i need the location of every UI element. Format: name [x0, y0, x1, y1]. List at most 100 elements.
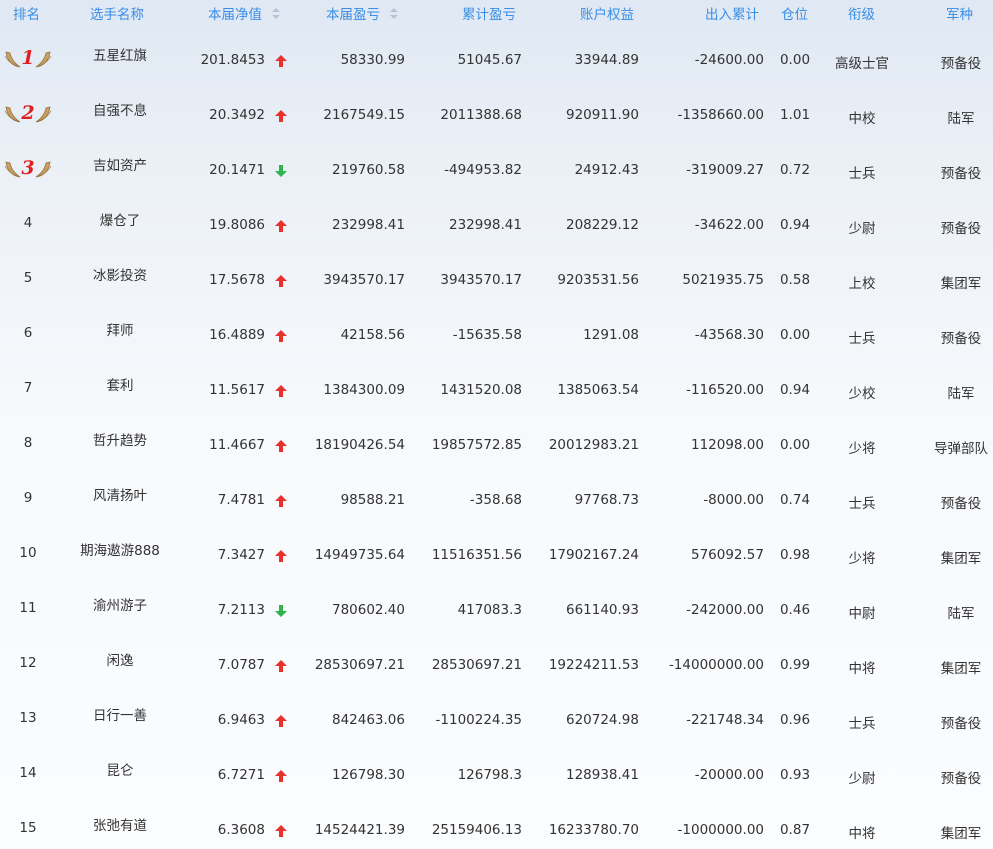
service-arm: 集团军: [940, 826, 982, 842]
current-pl: 780602.40: [331, 602, 405, 618]
rank-number: 14: [19, 765, 37, 781]
net-value: 7.2113: [217, 602, 265, 618]
player-name[interactable]: 昆仑: [60, 759, 180, 779]
sort-icon[interactable]: [390, 8, 399, 20]
net-value: 19.8086: [209, 217, 265, 233]
cumulative-pl: 11516351.56: [431, 547, 522, 563]
table-row[interactable]: 8 哲升趋势 11.4667 18190426.54 19857572.85 200129…: [0, 415, 993, 470]
account-equity: 16233780.70: [548, 822, 639, 838]
table-row[interactable]: 5 冰影投资 17.5678 3943570.17 3943570.17 9203531.…: [0, 250, 993, 305]
player-name[interactable]: 渝州游子: [60, 594, 180, 614]
table-row[interactable]: 15 张弛有道 6.3608 14524421.39 25159406.13 162337…: [0, 800, 993, 849]
ranking-rows: 1 五星红旗 201.8453 58330.99 51045.67 33944.89 -24…: [0, 30, 993, 849]
current-pl: 14949735.64: [314, 547, 405, 563]
player-name[interactable]: 风清扬叶: [60, 484, 180, 504]
current-pl: 42158.56: [340, 327, 405, 343]
player-name[interactable]: 自强不息: [60, 99, 180, 119]
position-ratio: 0.94: [779, 382, 811, 398]
header-pl-label: 本届盈亏: [326, 7, 380, 23]
table-row[interactable]: 12 闲逸 7.0787 28530697.21 28530697.21 19224211…: [0, 635, 993, 690]
rank-title: 士兵: [848, 716, 876, 732]
player-name[interactable]: 冰影投资: [60, 264, 180, 284]
table-row[interactable]: 10 期海遨游888 7.3427 14949735.64 11516351.56 179…: [0, 525, 993, 580]
current-pl: 232998.41: [331, 217, 405, 233]
table-row[interactable]: 4 爆仓了 19.8086 232998.41 232998.41 208229.12 -3…: [0, 195, 993, 250]
player-name[interactable]: 闲逸: [60, 649, 180, 669]
service-arm: 预备役: [940, 221, 982, 237]
position-ratio: 0.96: [779, 712, 811, 728]
ranking-board: 排名 选手名称 本届净值 本届盈亏 累计盈亏 账户权益 出入累计 仓位 衔级 军…: [0, 0, 993, 849]
net-value: 201.8453: [200, 52, 265, 68]
account-equity: 920911.90: [565, 107, 639, 123]
medal-digit: 3: [21, 157, 34, 179]
current-pl: 219760.58: [331, 162, 405, 178]
position-ratio: 0.00: [779, 52, 811, 68]
player-name[interactable]: 日行一善: [60, 704, 180, 724]
header-rank: 排名: [13, 7, 40, 23]
account-equity: 17902167.24: [548, 547, 639, 563]
account-equity: 1385063.54: [557, 382, 639, 398]
rank-title: 中尉: [848, 606, 876, 622]
current-pl: 126798.30: [331, 767, 405, 783]
rank-title: 士兵: [848, 496, 876, 512]
position-ratio: 0.98: [779, 547, 811, 563]
net-value: 7.0787: [217, 657, 265, 673]
header-inflow-outflow: 出入累计: [705, 7, 759, 23]
table-row[interactable]: 14 昆仑 6.7271 126798.30 126798.3 128938.41 -200…: [0, 745, 993, 800]
player-name[interactable]: 爆仓了: [60, 209, 180, 229]
table-row[interactable]: 2 自强不息 20.3492 2167549.15 2011388.68 920911.9…: [0, 85, 993, 140]
rank-number: 7: [23, 380, 33, 396]
header-nav[interactable]: 本届净值: [208, 0, 281, 30]
player-name[interactable]: 套利: [60, 374, 180, 394]
arrow-down-icon: [274, 164, 288, 178]
player-name[interactable]: 拜师: [60, 319, 180, 339]
rank-title: 中校: [848, 111, 876, 127]
account-equity: 33944.89: [574, 52, 639, 68]
player-name[interactable]: 五星红旗: [60, 44, 180, 64]
table-row[interactable]: 1 五星红旗 201.8453 58330.99 51045.67 33944.89 -24…: [0, 30, 993, 85]
current-pl: 18190426.54: [314, 437, 405, 453]
inflow-outflow: -8000.00: [703, 492, 764, 508]
table-row[interactable]: 11 渝州游子 7.2113 780602.40 417083.3 661140.93 -2…: [0, 580, 993, 635]
position-ratio: 0.72: [779, 162, 811, 178]
account-equity: 97768.73: [574, 492, 639, 508]
rank-title: 士兵: [848, 166, 876, 182]
table-row[interactable]: 13 日行一善 6.9463 842463.06 -1100224.35 620724.9…: [0, 690, 993, 745]
player-name[interactable]: 哲升趋势: [60, 429, 180, 449]
inflow-outflow: -1000000.00: [677, 822, 764, 838]
rank-title: 少将: [848, 551, 876, 567]
arrow-up-icon: [274, 549, 288, 563]
header-position: 仓位: [781, 7, 808, 23]
current-pl: 1384300.09: [323, 382, 405, 398]
player-name[interactable]: 吉如资产: [60, 154, 180, 174]
inflow-outflow: -20000.00: [694, 767, 764, 783]
net-value: 20.1471: [209, 162, 265, 178]
service-arm: 导弹部队: [934, 441, 988, 457]
rank-number: 6: [23, 325, 33, 341]
net-value: 7.3427: [217, 547, 265, 563]
header-player-name: 选手名称: [90, 7, 144, 23]
header-pl[interactable]: 本届盈亏: [326, 0, 399, 30]
account-equity: 661140.93: [565, 602, 639, 618]
service-arm: 集团军: [940, 276, 982, 292]
arrow-up-icon: [274, 384, 288, 398]
net-value: 17.5678: [209, 272, 265, 288]
inflow-outflow: -34622.00: [694, 217, 764, 233]
cumulative-pl: -15635.58: [452, 327, 522, 343]
laurel-medal-icon: 1: [3, 45, 53, 71]
position-ratio: 0.00: [779, 437, 811, 453]
table-row[interactable]: 7 套利 11.5617 1384300.09 1431520.08 1385063.54…: [0, 360, 993, 415]
player-name[interactable]: 张弛有道: [60, 814, 180, 834]
service-arm: 集团军: [940, 551, 982, 567]
sort-icon[interactable]: [272, 8, 281, 20]
position-ratio: 0.46: [779, 602, 811, 618]
account-equity: 19224211.53: [548, 657, 639, 673]
net-value: 11.5617: [209, 382, 265, 398]
header-rank-title: 衔级: [848, 7, 875, 23]
position-ratio: 0.00: [779, 327, 811, 343]
table-row[interactable]: 6 拜师 16.4889 42158.56 -15635.58 1291.08 -43568…: [0, 305, 993, 360]
account-equity: 620724.98: [565, 712, 639, 728]
table-row[interactable]: 3 吉如资产 20.1471 219760.58 -494953.82 24912.43 -…: [0, 140, 993, 195]
table-row[interactable]: 9 风清扬叶 7.4781 98588.21 -358.68 97768.73 -8000.…: [0, 470, 993, 525]
player-name[interactable]: 期海遨游888: [60, 539, 180, 559]
